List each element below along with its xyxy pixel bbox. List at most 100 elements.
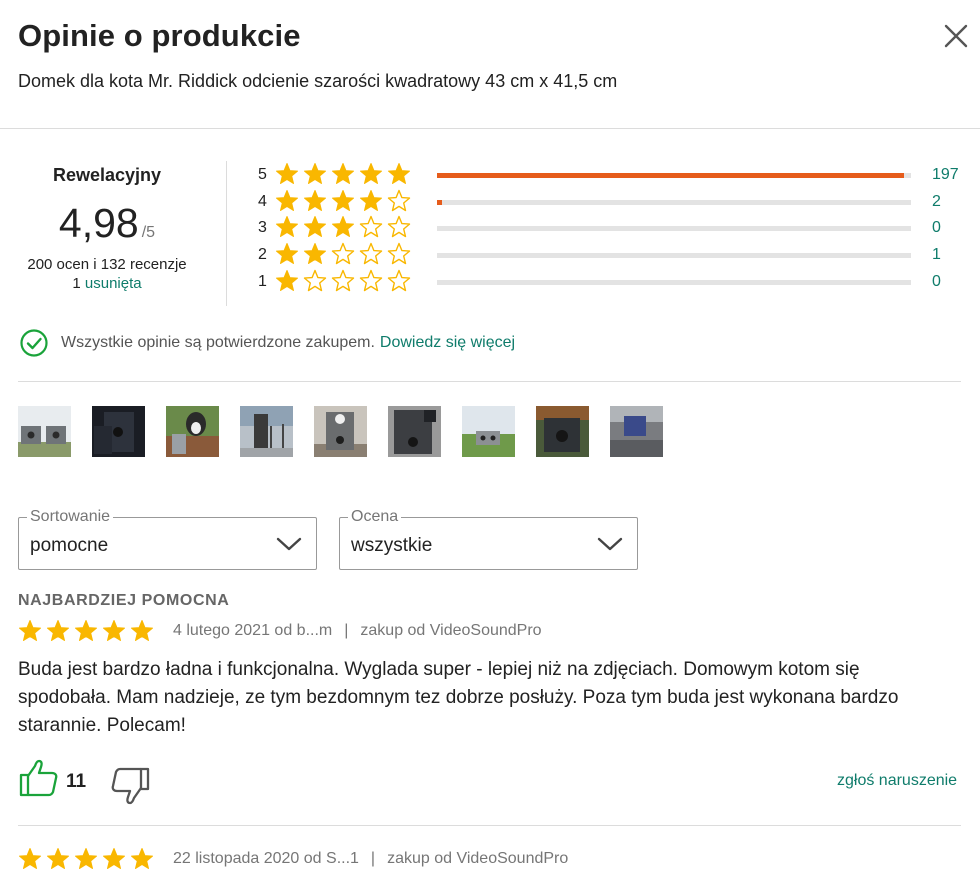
star-filled-icon bbox=[332, 163, 354, 184]
review-meta: 22 listopada 2020 od S...1 | zakup od Vi… bbox=[18, 847, 568, 871]
star-empty-icon bbox=[387, 242, 411, 265]
review-date-author: 22 listopada 2020 od S...1 bbox=[173, 850, 359, 867]
star-filled-icon bbox=[19, 848, 41, 869]
star-filled-icon bbox=[276, 243, 298, 265]
photo-thumbnail-8[interactable] bbox=[536, 406, 589, 457]
removed-info: 1 usunięta bbox=[18, 275, 196, 292]
distribution-row[interactable]: 5 197 bbox=[256, 162, 966, 189]
review-stars bbox=[18, 619, 158, 643]
row-stars bbox=[275, 189, 415, 213]
star-level-label: 5 bbox=[258, 166, 267, 183]
distribution-bar bbox=[437, 279, 911, 285]
star-filled-icon bbox=[276, 269, 298, 291]
distribution-bar-fill bbox=[437, 199, 442, 205]
distribution-count[interactable]: 0 bbox=[932, 219, 941, 237]
star-filled-icon bbox=[276, 189, 298, 211]
average-score: 4,98/5 bbox=[18, 200, 196, 250]
removed-link[interactable]: usunięta bbox=[85, 275, 142, 292]
star-filled-icon bbox=[276, 163, 298, 184]
meta-separator: | bbox=[344, 622, 349, 639]
score-max: /5 bbox=[141, 224, 156, 241]
review-photos bbox=[18, 406, 684, 457]
distribution-bar bbox=[437, 173, 911, 178]
distribution-bar bbox=[437, 253, 911, 259]
photo-thumbnail-2[interactable] bbox=[92, 406, 145, 457]
review-meta: 4 lutego 2021 od b...m | zakup od VideoS… bbox=[18, 619, 542, 643]
star-filled-icon bbox=[19, 620, 41, 641]
distribution-row[interactable]: 21 bbox=[256, 242, 966, 269]
star-filled-icon bbox=[47, 620, 69, 641]
star-empty-icon bbox=[359, 242, 383, 265]
star-filled-icon bbox=[131, 620, 153, 641]
removed-count: 1 bbox=[72, 275, 81, 292]
sort-legend: Sortowanie bbox=[27, 508, 114, 526]
most-helpful-label: NAJBARDZIEJ POMOCNA bbox=[18, 592, 230, 609]
summary-divider bbox=[226, 161, 227, 306]
review-date-author: 4 lutego 2021 od b...m bbox=[173, 622, 333, 639]
distribution-bar-fill bbox=[437, 173, 904, 178]
chevron-down-icon bbox=[276, 537, 302, 551]
photo-thumbnail-4[interactable] bbox=[240, 406, 293, 457]
rating-label: Rewelacyjny bbox=[52, 165, 162, 185]
photo-thumbnail-9[interactable] bbox=[610, 406, 663, 457]
meta-separator: | bbox=[370, 850, 376, 867]
photo-thumbnail-6[interactable] bbox=[388, 406, 441, 457]
close-icon[interactable] bbox=[942, 22, 970, 50]
review-text: Buda jest bardzo ładna i funkcjonalna. W… bbox=[18, 659, 899, 736]
star-level-label: 1 bbox=[258, 272, 267, 290]
star-level-label: 3 bbox=[258, 219, 267, 237]
star-filled-icon bbox=[360, 189, 382, 211]
distribution-row[interactable]: 30 bbox=[256, 215, 966, 242]
thumbs-down-icon[interactable] bbox=[110, 767, 150, 805]
verified-notice: Wszystkie opinie są potwierdzone zakupem… bbox=[19, 328, 515, 358]
rating-summary: Rewelacyjny 4,98/5 200 ocen i 132 recenz… bbox=[18, 162, 196, 292]
distribution-count[interactable]: 0 bbox=[932, 273, 941, 291]
report-link[interactable]: zgłoś naruszenie bbox=[837, 772, 957, 790]
ratings-count: 200 ocen i 132 recenzje bbox=[27, 256, 187, 273]
distribution-count[interactable]: 2 bbox=[932, 193, 941, 211]
sort-select[interactable]: Sortowanie pomocne bbox=[18, 508, 317, 570]
helpful-count: 11 bbox=[66, 771, 87, 792]
section-divider bbox=[18, 381, 961, 382]
star-filled-icon bbox=[304, 189, 326, 211]
distribution-row[interactable]: 10 bbox=[256, 269, 966, 296]
star-filled-icon bbox=[47, 848, 69, 869]
star-empty-icon bbox=[331, 242, 355, 265]
review-seller: zakup od VideoSoundPro bbox=[387, 850, 569, 867]
star-filled-icon bbox=[360, 163, 382, 184]
rating-filter-legend: Ocena bbox=[348, 508, 402, 526]
photo-thumbnail-3[interactable] bbox=[166, 406, 219, 457]
star-filled-icon bbox=[332, 189, 354, 211]
review-seller: zakup od VideoSoundPro bbox=[360, 622, 542, 639]
distribution-count[interactable]: 1 bbox=[932, 246, 941, 264]
chevron-down-icon bbox=[597, 537, 623, 551]
check-circle-icon bbox=[20, 329, 48, 357]
distribution-count[interactable]: 197 bbox=[932, 166, 959, 184]
star-empty-icon bbox=[331, 269, 355, 291]
review-divider bbox=[18, 825, 961, 826]
photo-thumbnail-1[interactable] bbox=[18, 406, 71, 457]
star-empty-icon bbox=[387, 189, 411, 211]
rating-filter-select[interactable]: Ocena wszystkie bbox=[339, 508, 638, 570]
learn-more-link[interactable]: Dowiedz się więcej bbox=[380, 334, 515, 352]
row-stars bbox=[275, 242, 415, 266]
star-empty-icon bbox=[387, 269, 411, 291]
sort-value: pomocne bbox=[30, 535, 109, 556]
star-level-label: 2 bbox=[258, 246, 267, 264]
star-empty-icon bbox=[359, 269, 383, 291]
page-title: Opinie o produkcie bbox=[18, 18, 301, 53]
row-stars bbox=[275, 215, 415, 239]
distribution-row[interactable]: 42 bbox=[256, 189, 966, 216]
star-filled-icon bbox=[388, 163, 410, 184]
star-level-label: 4 bbox=[258, 192, 267, 210]
star-filled-icon bbox=[304, 243, 326, 265]
star-filled-icon bbox=[304, 216, 326, 238]
star-empty-icon bbox=[303, 269, 327, 291]
star-filled-icon bbox=[75, 848, 97, 869]
star-empty-icon bbox=[387, 216, 411, 238]
thumbs-up-icon[interactable] bbox=[19, 759, 59, 797]
photo-thumbnail-7[interactable] bbox=[462, 406, 515, 457]
photo-thumbnail-5[interactable] bbox=[314, 406, 367, 457]
star-empty-icon bbox=[359, 216, 383, 238]
row-stars bbox=[275, 162, 415, 186]
